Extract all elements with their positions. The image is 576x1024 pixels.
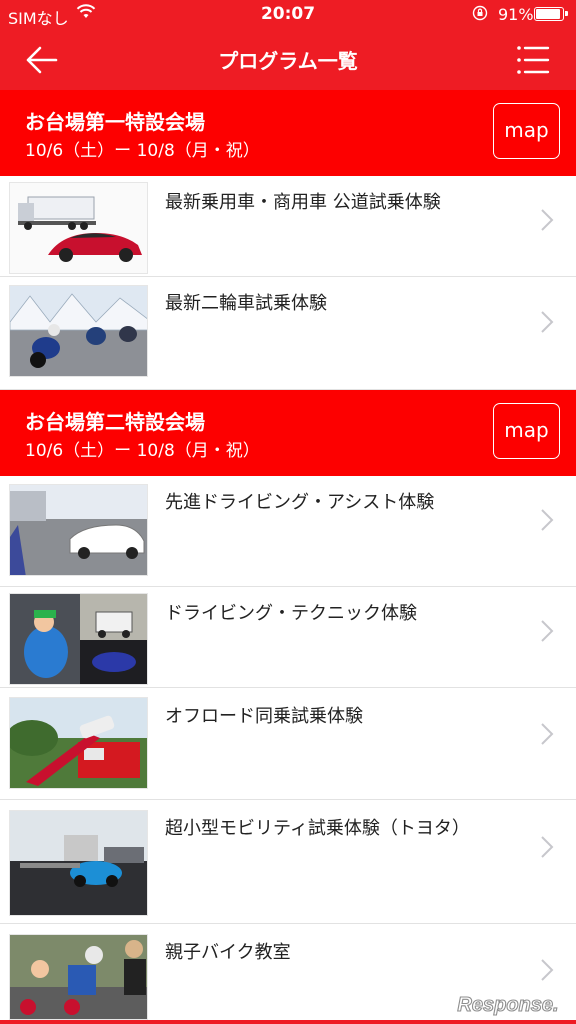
program-row[interactable]: 超小型モビリティ試乗体験（トヨタ）	[0, 800, 576, 924]
chevron-right-icon	[541, 836, 554, 858]
program-thumbnail	[9, 593, 148, 685]
page-title: プログラム一覧	[218, 49, 358, 73]
program-thumbnail	[9, 285, 148, 377]
hamburger-menu-icon	[517, 46, 550, 74]
venue-dates: 10/6（土）ー 10/8（月・祝）	[25, 141, 260, 161]
program-title: ドライビング・テクニック体験	[165, 603, 417, 624]
program-thumbnail	[9, 697, 148, 789]
chevron-right-icon	[541, 723, 554, 745]
program-row[interactable]: ドライビング・テクニック体験	[0, 587, 576, 688]
app-header: SIMなし 20:07 91% プログラム一覧	[0, 0, 576, 90]
program-row[interactable]: 最新乗用車・商用車 公道試乗体験	[0, 176, 576, 277]
response-watermark: Response.	[457, 993, 559, 1016]
venue-name: お台場第二特設会場	[25, 410, 205, 434]
program-title: 最新乗用車・商用車 公道試乗体験	[165, 192, 441, 213]
program-title: 超小型モビリティ試乗体験（トヨタ）	[165, 818, 470, 839]
status-bar: SIMなし 20:07 91%	[0, 0, 576, 30]
chevron-right-icon	[541, 209, 554, 231]
chevron-right-icon	[541, 509, 554, 531]
battery-percent: 91%	[498, 5, 534, 24]
program-thumbnail	[9, 810, 148, 916]
venue-header: お台場第一特設会場 10/6（土）ー 10/8（月・祝） map	[0, 90, 576, 176]
program-title: 先進ドライビング・アシスト体験	[165, 492, 435, 513]
venue-header: お台場第二特設会場 10/6（土）ー 10/8（月・祝） map	[0, 390, 576, 476]
battery-icon	[534, 7, 568, 21]
chevron-right-icon	[541, 620, 554, 642]
nav-bar: プログラム一覧	[0, 30, 576, 90]
program-thumbnail	[9, 182, 148, 274]
program-title: 親子バイク教室	[165, 942, 291, 963]
map-button[interactable]: map	[493, 403, 560, 459]
program-row[interactable]: オフロード同乗試乗体験	[0, 688, 576, 800]
program-row[interactable]: 先進ドライビング・アシスト体験	[0, 476, 576, 587]
chevron-right-icon	[541, 959, 554, 981]
bottom-accent-bar	[0, 1020, 576, 1024]
rotation-lock-icon	[472, 5, 488, 21]
menu-button[interactable]	[510, 40, 554, 80]
map-button[interactable]: map	[493, 103, 560, 159]
watermark-text: Response.	[457, 994, 558, 1016]
program-title: オフロード同乗試乗体験	[165, 706, 363, 727]
clock: 20:07	[260, 4, 316, 24]
venue-dates: 10/6（土）ー 10/8（月・祝）	[25, 441, 260, 461]
program-thumbnail	[9, 484, 148, 576]
program-title: 最新二輪車試乗体験	[165, 293, 327, 314]
program-row[interactable]: 最新二輪車試乗体験	[0, 277, 576, 390]
venue-name: お台場第一特設会場	[25, 110, 205, 134]
program-thumbnail	[9, 934, 148, 1020]
chevron-right-icon	[541, 311, 554, 333]
